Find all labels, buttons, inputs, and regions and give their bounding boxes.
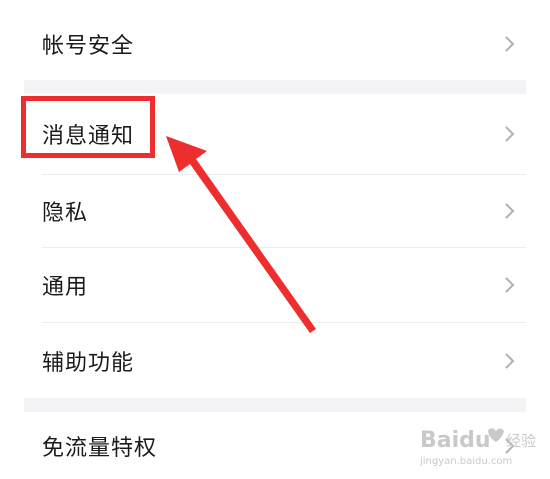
annotation-arrow — [166, 136, 316, 333]
watermark-logo: Baidu 经验 jingyan.baidu.com — [419, 428, 536, 467]
watermark-product: 经验 — [506, 432, 536, 450]
watermark-brand: Baidu — [420, 428, 491, 453]
watermark-url: jingyan.baidu.com — [419, 456, 512, 467]
